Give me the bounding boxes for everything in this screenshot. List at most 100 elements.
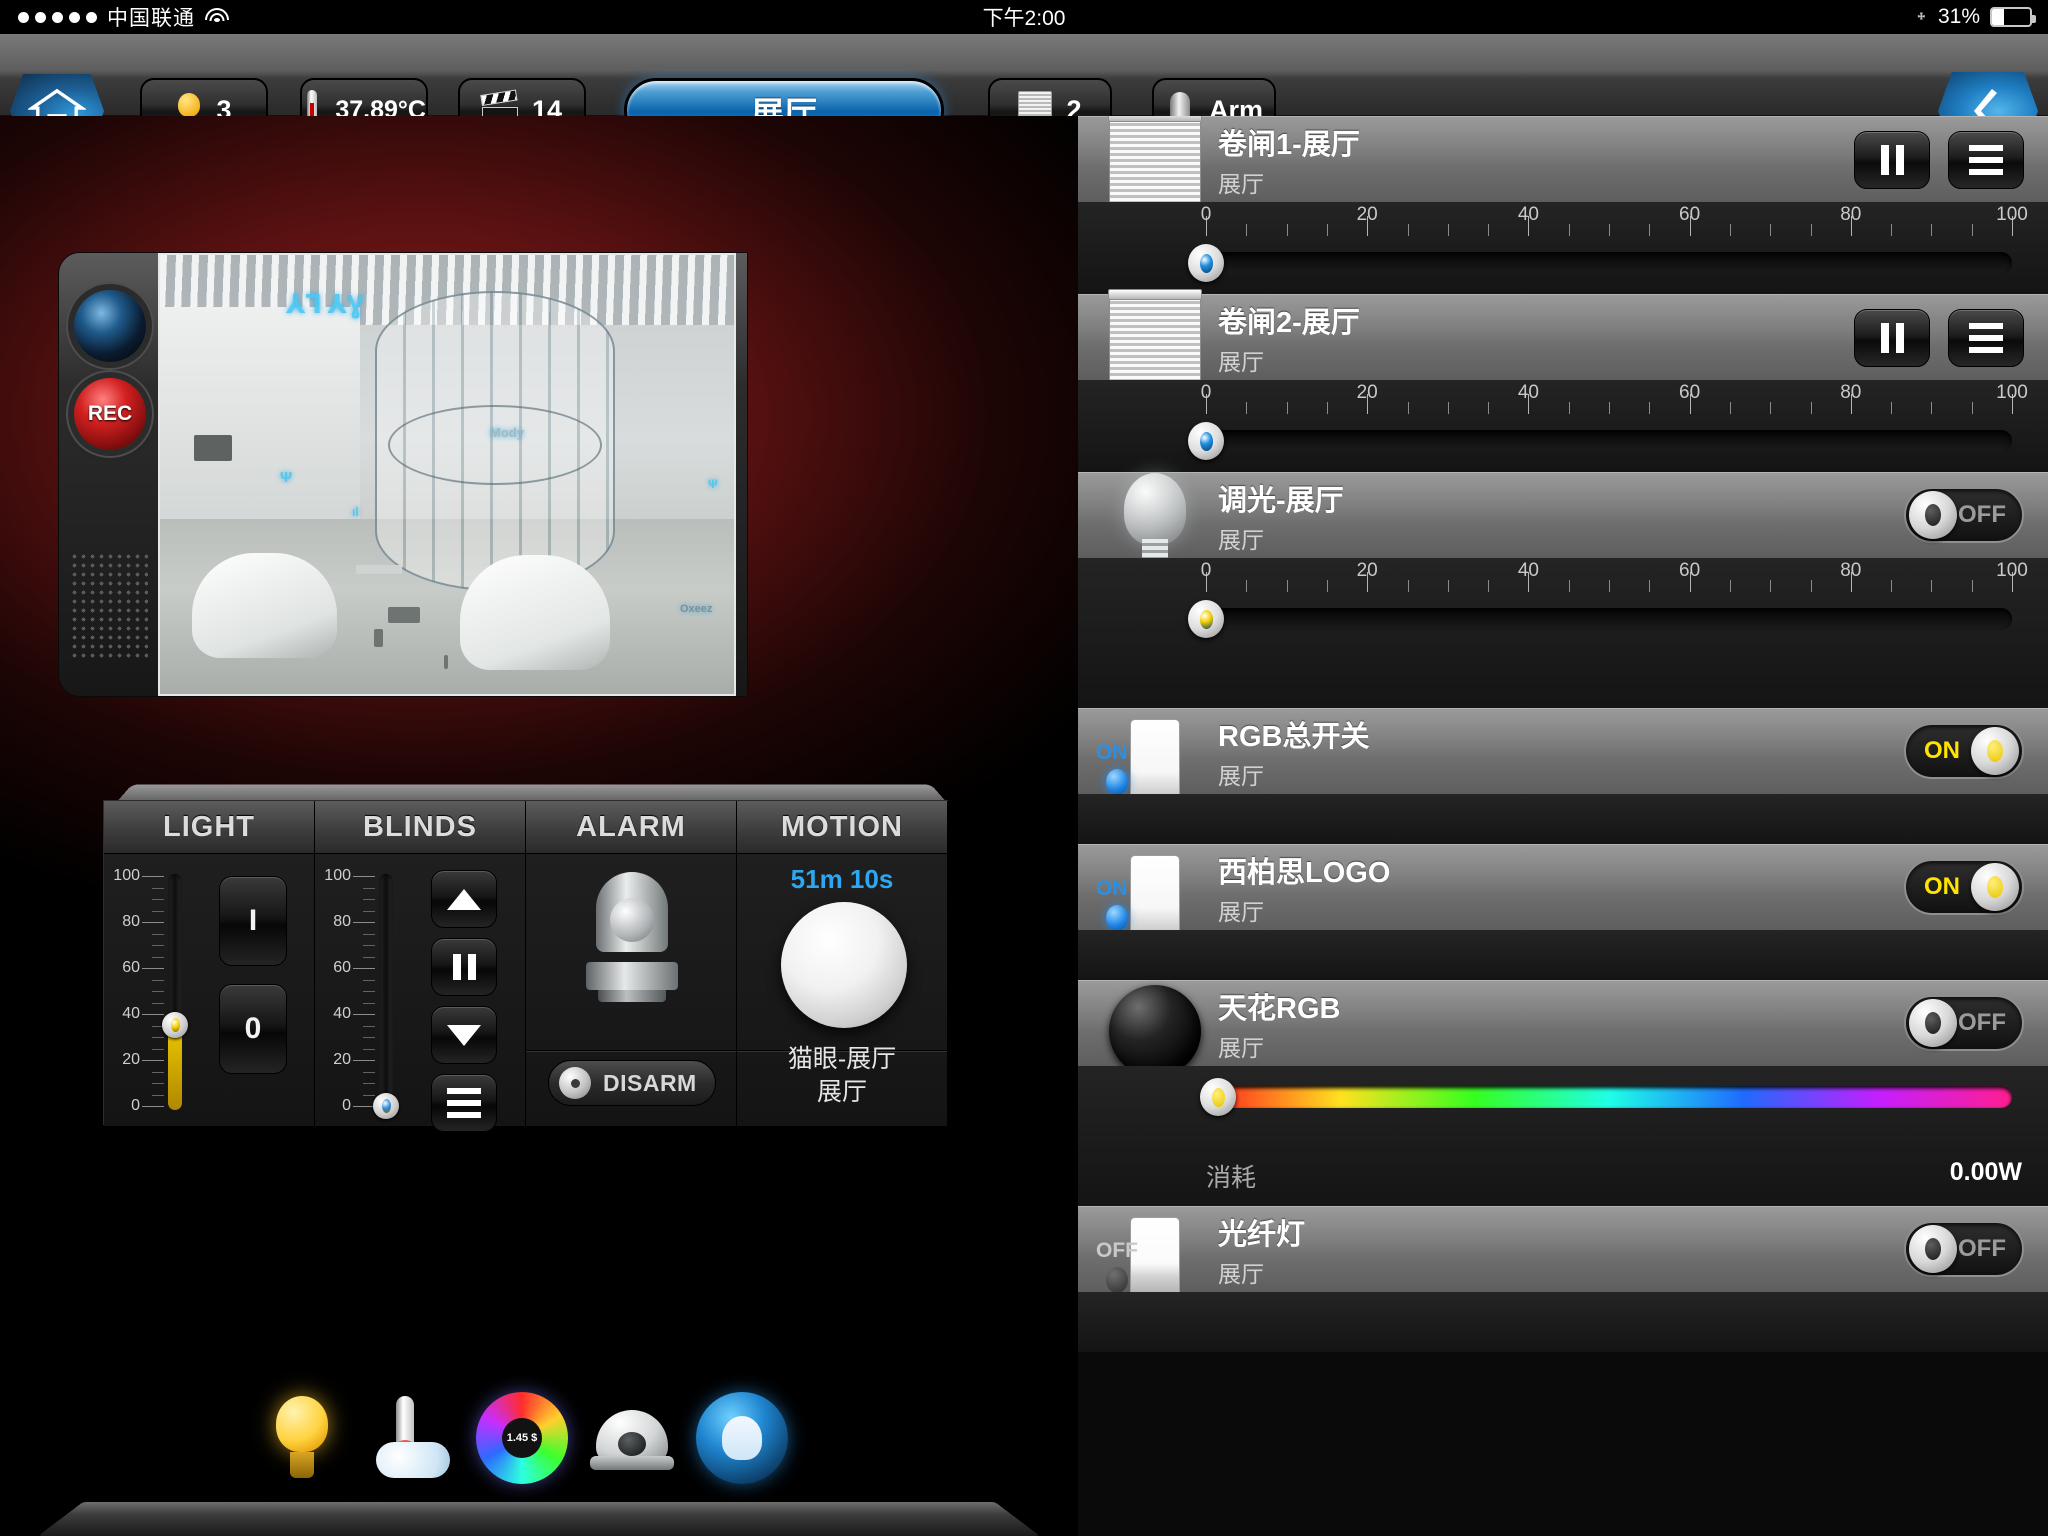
device-list-panel[interactable]: 卷闸1-展厅 展厅 0 20 40 60 80 100 卷闸2-展厅 展厅 0 …: [1078, 116, 2048, 1536]
status-bar-clock: 下午2:00: [982, 7, 1066, 30]
slider-minor-tick: [363, 956, 375, 958]
slider-minor-tick: [1729, 402, 1731, 414]
motion-device-name: 猫眼-展厅: [787, 1044, 897, 1073]
slider-minor-tick: [1770, 580, 1772, 592]
device-card-shutter-1: 卷闸1-展厅 展厅 0 20 40 60 80 100: [1078, 116, 2048, 294]
device-name: 卷闸1-展厅: [1218, 128, 1360, 161]
slider-minor-tick: [363, 1094, 375, 1096]
slider-tick-label: 0: [1200, 560, 1212, 581]
light-on-button[interactable]: I: [219, 876, 287, 966]
bottom-dock: 1.45 $: [0, 1392, 1078, 1536]
device-header: 天花RGB 展厅 OFF: [1078, 980, 2048, 1077]
record-button[interactable]: REC: [74, 378, 146, 450]
slider-tick-label: 80: [1840, 204, 1862, 225]
device-card-shutter-2: 卷闸2-展厅 展厅 0 20 40 60 80 100: [1078, 289, 2048, 472]
ceiling-rgb-color-slider[interactable]: [1078, 1066, 2048, 1148]
record-button-label: REC: [87, 402, 133, 425]
slider-tick-label: 0: [1200, 204, 1212, 225]
control-column-alarm-body: DISARM: [526, 853, 737, 1126]
logo-light-toggle[interactable]: ON: [1904, 859, 2024, 915]
slider-tick-label: 60: [1679, 382, 1701, 403]
device-card-ceiling-rgb: 天花RGB 展厅 OFF 消耗 0.00W: [1078, 980, 2048, 1206]
device-room: 展厅: [1218, 898, 1264, 925]
control-column-blinds-body: 100 80 60 40 20 0: [315, 853, 526, 1132]
device-text: 西柏思LOGO 展厅: [1218, 849, 1390, 927]
slider-tick-label: 80: [122, 913, 140, 930]
camera-live-feed[interactable]: ⅄⅂ ⅄Ɣ Ψ ıl Mody Ψ Oxeez: [158, 253, 736, 696]
menu-icon: [447, 1088, 481, 1118]
slider-tick-label: 80: [1840, 560, 1862, 581]
shutter-1-position-slider[interactable]: 0 20 40 60 80 100: [1078, 202, 2048, 294]
rgb-master-toggle[interactable]: ON: [1904, 723, 2024, 779]
left-pane: ⅄⅂ ⅄Ɣ Ψ ıl Mody Ψ Oxeez REC LIGHT 100 80…: [0, 116, 1078, 1536]
slider-minor-tick: [152, 1037, 164, 1038]
device-body: [1078, 1292, 2048, 1352]
toggle-state-label: OFF: [1958, 1235, 2006, 1262]
light-level-slider[interactable]: 100 80 60 40 20 0: [113, 867, 196, 1116]
slider-minor-tick: [152, 945, 164, 946]
toggle-knob: [1909, 1225, 1957, 1273]
blinds-pause-button[interactable]: [431, 938, 497, 996]
slider-tick: [353, 922, 375, 923]
slider-minor-tick: [1891, 224, 1893, 236]
slider-tick-label: 100: [324, 867, 351, 884]
switch-led-icon: [1106, 1267, 1128, 1293]
dock-camera[interactable]: [586, 1392, 678, 1484]
control-column-blinds-header: BLINDS: [315, 801, 526, 853]
light-off-button[interactable]: 0: [219, 984, 287, 1074]
shutter-1-pause-button[interactable]: [1854, 131, 1930, 189]
blinds-menu-button[interactable]: [431, 1074, 497, 1132]
shutter-2-pause-button[interactable]: [1854, 309, 1930, 367]
battery-icon: [1990, 7, 2036, 27]
color-slider-knob[interactable]: [1200, 1078, 1236, 1116]
slider-minor-tick: [1488, 402, 1490, 414]
slider-tick-label: 0: [131, 1097, 140, 1114]
motion-sensor-icon[interactable]: [781, 902, 907, 1028]
camera-lens-icon[interactable]: [74, 290, 146, 362]
roller-shutter-icon: [1100, 287, 1210, 391]
slider-minor-tick: [363, 887, 375, 889]
slider-tick-label: 0: [1200, 382, 1212, 403]
speaker-grille-icon: [70, 552, 148, 662]
disarm-button[interactable]: DISARM: [548, 1060, 716, 1106]
dock-energy[interactable]: 1.45 $: [476, 1392, 568, 1484]
dimmer-power-toggle[interactable]: OFF: [1904, 487, 2024, 543]
control-light-title: LIGHT: [163, 810, 255, 843]
shutter-1-menu-button[interactable]: [1948, 131, 2024, 189]
toggle-state-label: ON: [1924, 873, 1960, 900]
shutter-2-position-slider[interactable]: 0 20 40 60 80 100: [1078, 380, 2048, 472]
shutter-2-menu-button[interactable]: [1948, 309, 2024, 367]
control-column-alarm: ALARM DISARM: [526, 801, 737, 1126]
device-body: [1078, 930, 2048, 980]
switch-led-icon: [1106, 905, 1128, 931]
slider-minor-tick: [1326, 224, 1328, 236]
dimmer-level-slider[interactable]: 0 20 40 60 80 100: [1078, 558, 2048, 650]
device-text: 卷闸1-展厅 展厅: [1218, 121, 1360, 199]
blinds-up-button[interactable]: [431, 870, 497, 928]
device-body: 0 20 40 60 80 100: [1078, 380, 2048, 472]
control-blinds-title: BLINDS: [363, 810, 477, 843]
slider-tick: [142, 1014, 164, 1015]
dock-lighting[interactable]: [256, 1392, 348, 1484]
device-room: 展厅: [1218, 170, 1264, 197]
slider-tick-label: 40: [1517, 204, 1539, 225]
fiber-light-toggle[interactable]: OFF: [1904, 1221, 2024, 1277]
slider-minor-tick: [1891, 402, 1893, 414]
slider-tick-label: 20: [1356, 382, 1378, 403]
device-body: 0 20 40 60 80 100: [1078, 202, 2048, 294]
blinds-level-slider[interactable]: 100 80 60 40 20 0: [324, 867, 407, 1119]
switch-state-label: ON: [1096, 741, 1128, 764]
slider-minor-tick: [152, 1071, 164, 1073]
control-column-light: LIGHT 100 80 60 40 20 0 I 0: [104, 801, 315, 1126]
device-room: 展厅: [1218, 762, 1264, 789]
device-body: [1078, 794, 2048, 844]
dock-intercom[interactable]: [696, 1392, 788, 1484]
ceiling-rgb-toggle[interactable]: OFF: [1904, 995, 2024, 1051]
slider-minor-tick: [363, 1083, 375, 1084]
blinds-down-button[interactable]: [431, 1006, 497, 1064]
motion-device-room: 展厅: [816, 1078, 867, 1107]
dock-climate[interactable]: [366, 1392, 458, 1484]
device-header: 卷闸1-展厅 展厅: [1078, 116, 2048, 209]
slider-tick: [142, 876, 164, 877]
slider-minor-tick: [1326, 580, 1328, 592]
